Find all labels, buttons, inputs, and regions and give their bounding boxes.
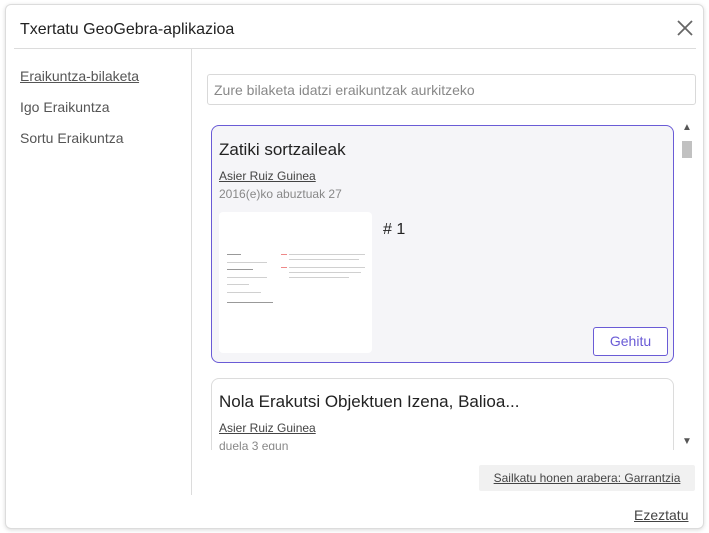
insert-app-dialog: Txertatu GeoGebra-aplikazioa Eraikuntza-… xyxy=(5,4,704,529)
sidebar-item-upload[interactable]: Igo Eraikuntza xyxy=(20,99,110,115)
sidebar-item-create[interactable]: Sortu Eraikuntza xyxy=(20,130,124,146)
card-thumbnail xyxy=(219,212,372,353)
scrollbar-thumb[interactable] xyxy=(682,141,692,158)
close-icon[interactable] xyxy=(674,17,696,39)
card-title: Nola Erakutsi Objektuen Izena, Balioa... xyxy=(219,392,520,411)
card-title: Zatiki sortzaileak xyxy=(219,140,346,159)
card-author-link[interactable]: Asier Ruiz Guinea xyxy=(219,169,316,183)
results-list: Zatiki sortzaileak Asier Ruiz Guinea 201… xyxy=(211,122,674,450)
results-scrollbar[interactable]: ▲ ▼ xyxy=(680,121,694,451)
card-date: duela 3 egun xyxy=(219,439,289,450)
scroll-down-icon[interactable]: ▼ xyxy=(680,435,694,449)
add-button[interactable]: Gehitu xyxy=(593,327,668,356)
dialog-title: Txertatu GeoGebra-aplikazioa xyxy=(20,21,235,38)
sidebar-item-search[interactable]: Eraikuntza-bilaketa xyxy=(20,68,139,84)
result-card[interactable]: Nola Erakutsi Objektuen Izena, Balioa...… xyxy=(211,378,674,450)
sidebar-divider xyxy=(191,49,192,495)
card-author-link[interactable]: Asier Ruiz Guinea xyxy=(219,421,316,435)
search-input[interactable] xyxy=(207,74,696,105)
cancel-button[interactable]: Ezeztatu xyxy=(634,507,688,523)
sort-button[interactable]: Sailkatu honen arabera: Garrantzia xyxy=(479,465,695,491)
scroll-up-icon[interactable]: ▲ xyxy=(680,121,694,135)
result-card[interactable]: Zatiki sortzaileak Asier Ruiz Guinea 201… xyxy=(211,125,674,363)
page-number: # 1 xyxy=(383,221,406,238)
header-divider xyxy=(14,48,696,49)
card-date: 2016(e)ko abuztuak 27 xyxy=(219,187,342,201)
